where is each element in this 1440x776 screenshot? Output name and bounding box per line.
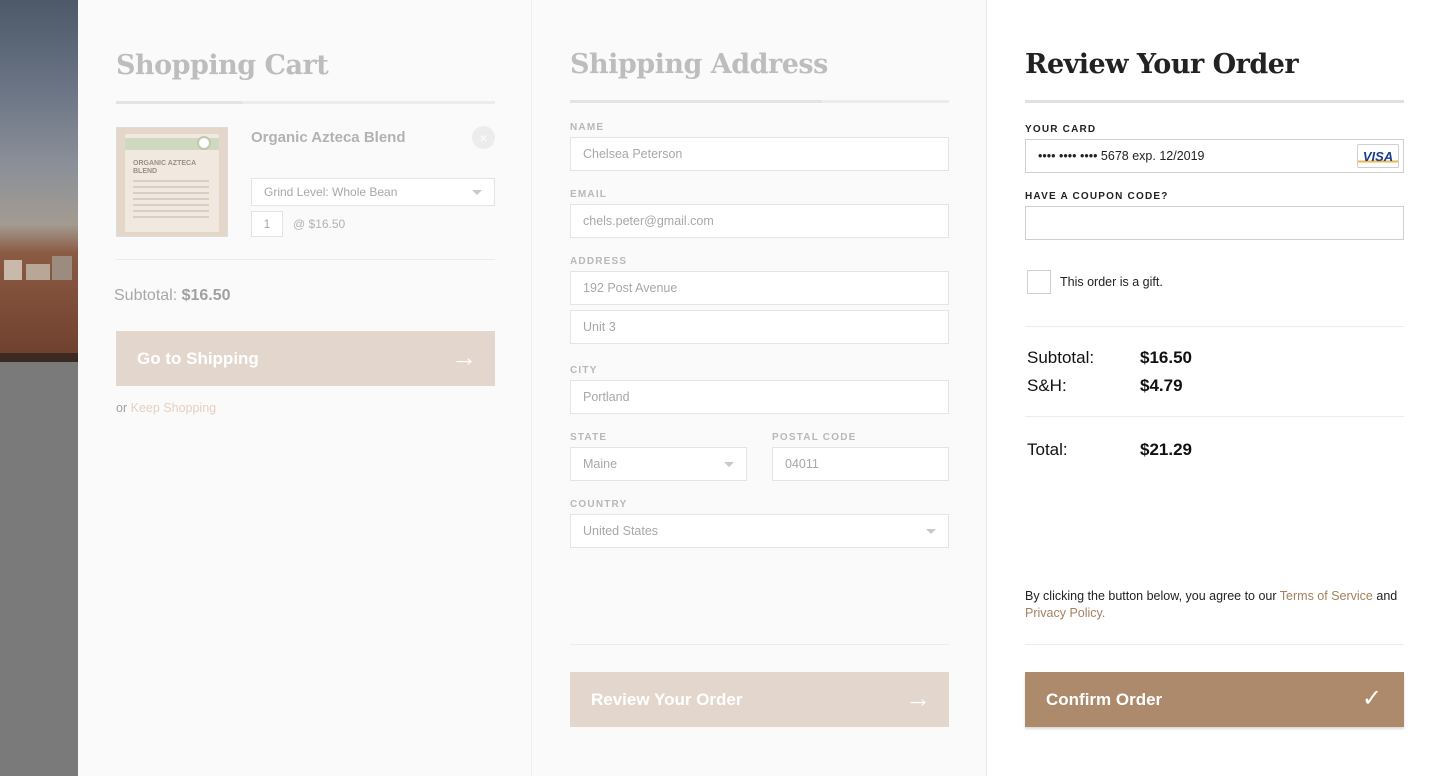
gift-checkbox[interactable]	[1027, 270, 1051, 294]
review-title: Review Your Order	[1025, 49, 1299, 80]
shipping-progress-rule	[570, 100, 949, 103]
cart-progress-fill	[116, 101, 242, 104]
product-image: ORGANIC AZTECA BLEND	[116, 127, 228, 237]
house-shape	[52, 256, 72, 280]
chevron-down-icon	[926, 529, 936, 534]
background-photo	[0, 0, 78, 362]
background-houses	[0, 250, 78, 282]
review-order-label: Review Your Order	[591, 689, 743, 709]
divider	[1025, 644, 1404, 645]
divider	[1025, 416, 1404, 417]
cart-title: Shopping Cart	[116, 50, 329, 81]
email-field[interactable]: chels.peter@gmail.com	[570, 204, 949, 238]
organic-seal-icon	[197, 136, 211, 150]
address-line2-field[interactable]: Unit 3	[570, 310, 949, 344]
shopping-cart-panel: Shopping Cart ORGANIC AZTECA BLEND Organ…	[78, 0, 531, 776]
chevron-down-icon	[724, 462, 734, 467]
state-value: Maine	[583, 457, 618, 471]
name-field[interactable]: Chelsea Peterson	[570, 137, 949, 171]
confirm-order-button[interactable]: Confirm Order ✓	[1025, 672, 1404, 727]
product-name: Organic Azteca Blend	[251, 129, 406, 146]
name-label: NAME	[570, 122, 605, 133]
postal-code-label: POSTAL CODE	[772, 432, 857, 443]
summary-sh-label: S&H:	[1027, 376, 1067, 395]
cart-subtotal: Subtotal: $16.50	[114, 287, 231, 305]
summary-total-value: $21.29	[1140, 440, 1192, 459]
gift-label: This order is a gift.	[1060, 275, 1163, 289]
grind-level-select[interactable]: Grind Level: Whole Bean	[251, 178, 495, 206]
divider	[1025, 326, 1404, 327]
cart-subtotal-value: $16.50	[181, 287, 231, 304]
card-value: •••• •••• •••• 5678 exp. 12/2019	[1038, 149, 1205, 163]
summary-sh-row: S&H: $4.79	[1027, 376, 1183, 396]
go-to-shipping-label: Go to Shipping	[137, 348, 259, 368]
country-select[interactable]: United States	[570, 514, 949, 548]
state-label: STATE	[570, 432, 608, 443]
checkmark-icon: ✓	[1361, 685, 1382, 712]
summary-subtotal-label: Subtotal:	[1027, 348, 1095, 367]
review-order-button[interactable]: Review Your Order →	[570, 672, 949, 727]
country-label: COUNTRY	[570, 499, 628, 510]
coupon-label: HAVE A COUPON CODE?	[1025, 191, 1169, 202]
divider	[570, 644, 949, 645]
photo-strip	[0, 353, 78, 362]
review-progress-rule	[1025, 100, 1404, 103]
address-line1-field[interactable]: 192 Post Avenue	[570, 271, 949, 305]
terms-and: and	[1376, 589, 1398, 603]
country-value: United States	[583, 524, 659, 538]
review-order-panel: Review Your Order YOUR CARD •••• •••• ••…	[986, 0, 1440, 776]
shipping-title: Shipping Address	[570, 49, 828, 80]
state-select[interactable]: Maine	[570, 447, 747, 481]
shipping-address-panel: Shipping Address NAME Chelsea Peterson E…	[531, 0, 986, 776]
keep-shopping-line: or Keep Shopping	[116, 401, 216, 415]
your-card-label: YOUR CARD	[1025, 124, 1097, 135]
email-label: EMAIL	[570, 189, 608, 200]
product-image-text: ORGANIC AZTECA BLEND	[133, 160, 196, 175]
product-label-card: ORGANIC AZTECA BLEND	[125, 134, 219, 232]
summary-total-label: Total:	[1027, 440, 1068, 459]
divider	[116, 259, 495, 260]
summary-subtotal-value: $16.50	[1140, 348, 1192, 367]
city-label: CITY	[570, 365, 598, 376]
coupon-input[interactable]	[1025, 206, 1404, 240]
cart-subtotal-label: Subtotal:	[114, 287, 178, 304]
unit-price: @ $16.50	[293, 217, 346, 231]
privacy-policy-link[interactable]: Privacy Policy.	[1025, 606, 1105, 620]
keep-shopping-link[interactable]: Keep Shopping	[131, 401, 217, 415]
terms-text: By clicking the button below, you agree …	[1025, 588, 1405, 622]
close-icon: ×	[479, 129, 488, 146]
card-field[interactable]: •••• •••• •••• 5678 exp. 12/2019 VISA	[1025, 139, 1404, 173]
keep-shopping-prefix: or	[116, 401, 128, 415]
background-overlay	[0, 0, 78, 776]
postal-code-field[interactable]: 04011	[772, 447, 949, 481]
address-label: ADDRESS	[570, 256, 628, 267]
chevron-down-icon	[472, 190, 482, 195]
house-shape	[4, 260, 22, 280]
shipping-progress-fill	[570, 100, 822, 103]
confirm-order-label: Confirm Order	[1046, 689, 1163, 709]
quantity-input[interactable]: 1	[251, 211, 283, 237]
cart-progress-rule	[116, 101, 495, 104]
go-to-shipping-button[interactable]: Go to Shipping →	[116, 331, 495, 386]
visa-card-icon: VISA	[1357, 144, 1399, 168]
remove-item-button[interactable]: ×	[472, 126, 495, 149]
city-field[interactable]: Portland	[570, 380, 949, 414]
arrow-right-icon: →	[451, 342, 477, 372]
house-shape	[26, 264, 50, 280]
terms-prefix: By clicking the button below, you agree …	[1025, 589, 1277, 603]
summary-total-row: Total: $21.29	[1027, 440, 1192, 460]
summary-sh-value: $4.79	[1140, 376, 1183, 395]
summary-subtotal-row: Subtotal: $16.50	[1027, 348, 1192, 368]
grind-level-value: Grind Level: Whole Bean	[264, 185, 398, 199]
arrow-right-icon: →	[905, 683, 931, 713]
terms-of-service-link[interactable]: Terms of Service	[1280, 589, 1373, 603]
product-label-lines	[133, 180, 209, 220]
